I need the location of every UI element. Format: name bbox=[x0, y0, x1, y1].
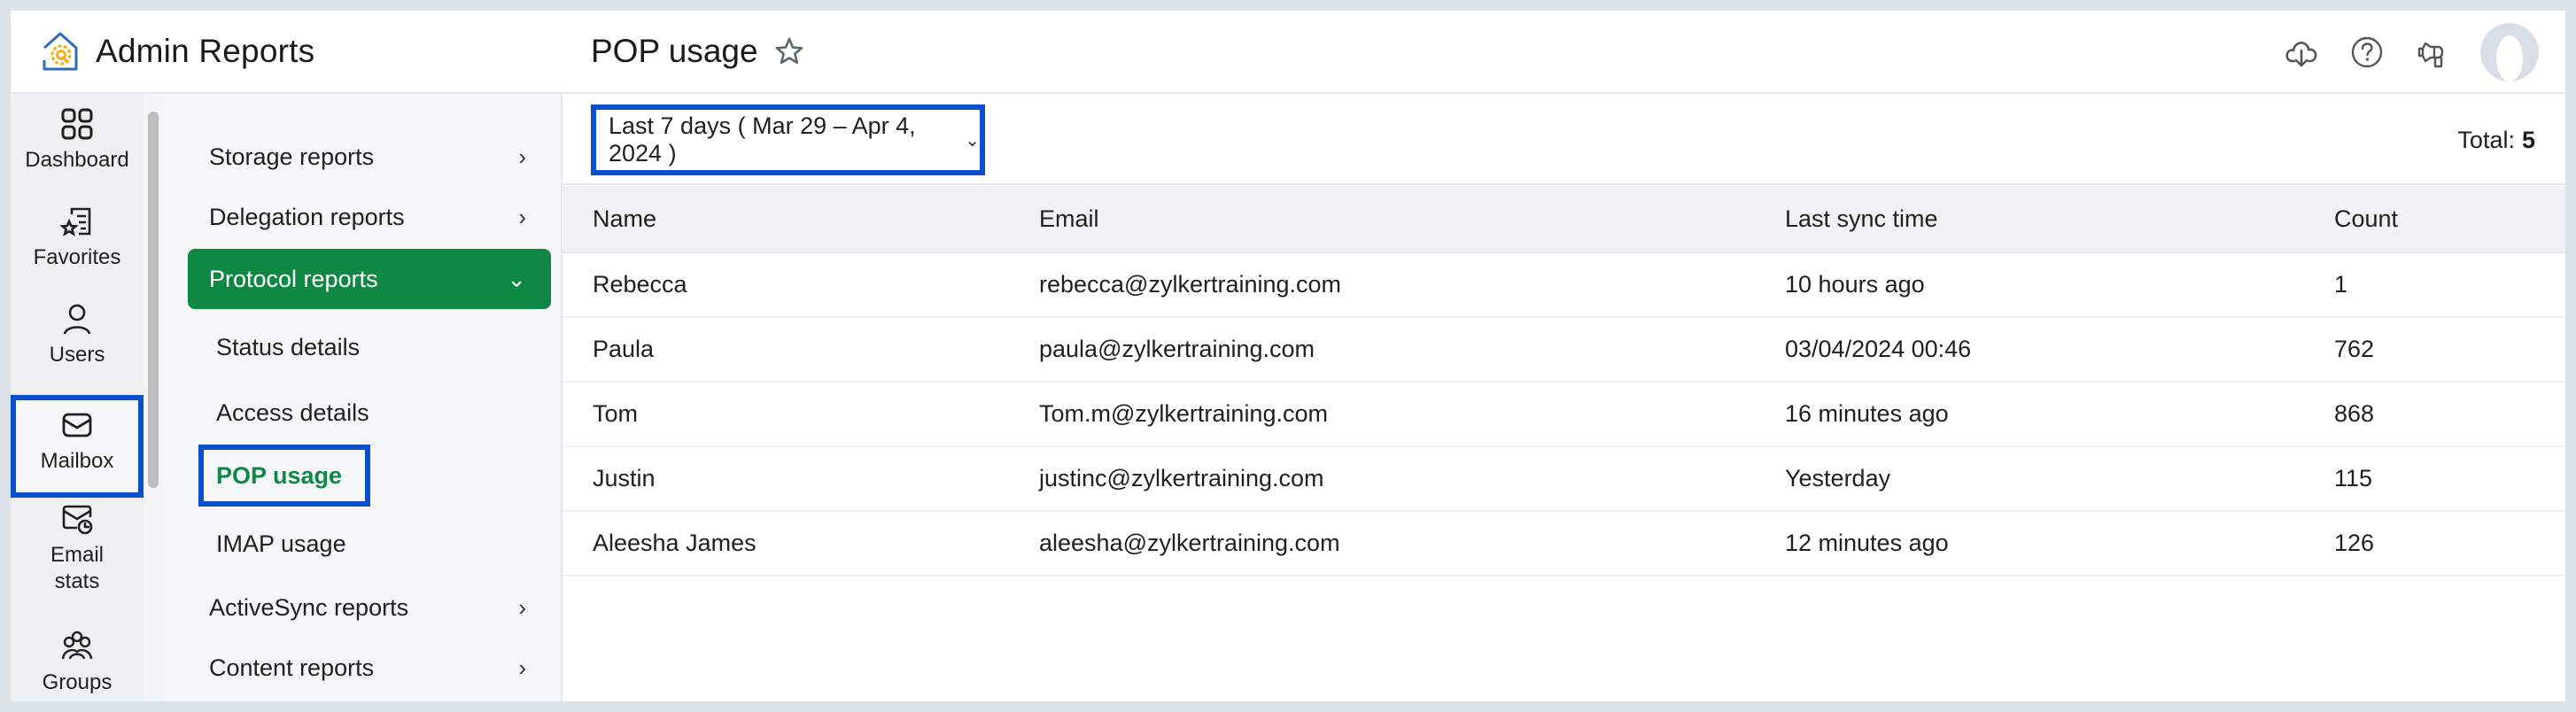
groups-icon bbox=[61, 631, 93, 660]
rail-label: Email stats bbox=[50, 543, 104, 593]
filter-bar: Last 7 days ( Mar 29 – Apr 4, 2024 ) ⌄ T… bbox=[563, 96, 2565, 185]
avatar-placeholder-icon bbox=[2480, 23, 2539, 81]
page-header: POP usage bbox=[563, 11, 2565, 94]
rail-item-users[interactable]: Users bbox=[11, 301, 144, 390]
chevron-right-icon: › bbox=[518, 143, 526, 170]
mail-envelope-icon bbox=[62, 413, 92, 437]
dashboard-grid-icon bbox=[61, 108, 93, 140]
rail-item-groups[interactable]: Groups bbox=[11, 629, 144, 708]
header-actions bbox=[2254, 11, 2539, 94]
submenu-status-details[interactable]: Status details bbox=[198, 320, 377, 375]
cell-last-sync: Yesterday bbox=[1785, 465, 1891, 491]
cell-email: Tom.m@zylkertraining.com bbox=[1039, 400, 1328, 427]
icon-rail: Dashboard Favorites Users Mailbox Email … bbox=[11, 94, 144, 701]
column-header-last-sync-time[interactable]: Last sync time bbox=[1785, 205, 1938, 233]
table-row[interactable]: Tom Tom.m@zylkertraining.com 16 minutes … bbox=[563, 383, 2565, 447]
main-content: POP usage Last 7 days (Mar 29 – Apr 4, … bbox=[563, 11, 2565, 701]
table-header-row: Name Email Last sync time Count bbox=[563, 186, 2565, 253]
rail-item-favorites[interactable]: Favorites bbox=[11, 204, 144, 292]
submenu-activesync-reports[interactable]: ActiveSync reports › bbox=[188, 577, 551, 638]
avatar[interactable] bbox=[2480, 23, 2539, 81]
submenu-label: Storage reports bbox=[209, 143, 375, 170]
cell-name: Aleesha James bbox=[593, 530, 757, 556]
submenu-label: Protocol reports bbox=[209, 265, 378, 292]
cell-email: aleesha@zylkertraining.com bbox=[1039, 530, 1340, 556]
submenu-pop-usage[interactable]: POP usage bbox=[198, 445, 370, 507]
app-window: Admin Reports Dashboard Favorites Users bbox=[11, 11, 2565, 701]
table-row[interactable]: Paula paula@zylkertraining.com 03/04/202… bbox=[563, 318, 2565, 383]
submenu-label: ActiveSync reports bbox=[209, 593, 409, 621]
cell-name: Tom bbox=[593, 400, 639, 427]
cloud-download-icon[interactable] bbox=[2284, 35, 2319, 70]
rail-scrollbar-thumb[interactable] bbox=[148, 112, 159, 488]
chevron-down-icon: ⌄ bbox=[507, 265, 526, 292]
brand-header: Admin Reports bbox=[11, 11, 563, 94]
rail-item-mailbox[interactable]: Mailbox bbox=[11, 395, 144, 498]
cell-last-sync: 10 hours ago bbox=[1785, 271, 1925, 298]
table-row[interactable]: Aleesha James aleesha@zylkertraining.com… bbox=[563, 512, 2565, 577]
table-row[interactable]: Rebecca rebecca@zylkertraining.com 10 ho… bbox=[563, 253, 2565, 318]
rail-label: Favorites bbox=[33, 245, 121, 269]
total-value: 5 bbox=[2521, 127, 2535, 153]
cell-count: 868 bbox=[2334, 400, 2375, 427]
submenu-label: Delegation reports bbox=[209, 203, 405, 230]
user-icon bbox=[63, 304, 91, 335]
date-range-dropdown[interactable]: Last 7 days ( Mar 29 – Apr 4, 2024 ) ⌄ bbox=[591, 104, 985, 175]
cell-last-sync: 16 minutes ago bbox=[1785, 400, 1949, 427]
submenu-access-details[interactable]: Access details bbox=[198, 385, 387, 440]
cell-count: 126 bbox=[2334, 530, 2375, 556]
announcement-megaphone-icon[interactable] bbox=[2415, 35, 2450, 70]
column-header-count[interactable]: Count bbox=[2334, 205, 2398, 233]
cell-email: rebecca@zylkertraining.com bbox=[1039, 271, 1342, 298]
total-label: Total: bbox=[2457, 127, 2515, 153]
date-range-value: Last 7 days ( Mar 29 – Apr 4, 2024 ) bbox=[609, 112, 916, 166]
table-row[interactable]: Justin justinc@zylkertraining.com Yester… bbox=[563, 447, 2565, 512]
submenu-storage-reports[interactable]: Storage reports › bbox=[188, 127, 551, 187]
admin-reports-logo-icon bbox=[43, 32, 78, 71]
rail-label: Mailbox bbox=[40, 449, 114, 473]
cell-name: Justin bbox=[593, 465, 656, 491]
star-outline-icon[interactable] bbox=[774, 36, 804, 66]
cell-name: Rebecca bbox=[593, 271, 687, 298]
rail-label: Users bbox=[49, 343, 105, 367]
cell-email: justinc@zylkertraining.com bbox=[1039, 465, 1324, 491]
submenu-imap-usage[interactable]: IMAP usage bbox=[198, 516, 364, 571]
submenu-protocol-reports[interactable]: Protocol reports ⌄ bbox=[188, 249, 551, 309]
pop-usage-table: Name Email Last sync time Count Rebecca … bbox=[563, 186, 2565, 577]
app-title: Admin Reports bbox=[96, 33, 315, 69]
rail-label: Groups bbox=[42, 670, 113, 694]
rail-item-email-stats[interactable]: Email stats bbox=[11, 501, 144, 625]
email-stats-icon bbox=[62, 505, 93, 535]
column-header-name[interactable]: Name bbox=[593, 205, 656, 233]
chevron-right-icon: › bbox=[518, 593, 526, 621]
cell-name: Paula bbox=[593, 336, 655, 362]
chevron-down-icon: ⌄ bbox=[965, 130, 980, 151]
total-count: Total: 5 bbox=[2457, 96, 2535, 185]
page-title: POP usage bbox=[591, 33, 758, 69]
submenu-content-reports[interactable]: Content reports › bbox=[188, 638, 551, 698]
cell-count: 1 bbox=[2334, 271, 2348, 298]
cell-last-sync: 12 minutes ago bbox=[1785, 530, 1949, 556]
rail-scrollbar[interactable] bbox=[144, 94, 163, 701]
chevron-right-icon: › bbox=[518, 654, 526, 681]
cell-count: 762 bbox=[2334, 336, 2375, 362]
cell-count: 115 bbox=[2334, 465, 2373, 491]
chevron-right-icon: › bbox=[518, 203, 526, 230]
submenu-delegation-reports[interactable]: Delegation reports › bbox=[188, 187, 551, 247]
cell-last-sync: 03/04/2024 00:46 bbox=[1785, 336, 1972, 362]
cell-email: paula@zylkertraining.com bbox=[1039, 336, 1315, 362]
favorites-list-star-icon bbox=[59, 207, 91, 236]
rail-label: Dashboard bbox=[25, 148, 129, 172]
rail-item-dashboard[interactable]: Dashboard bbox=[11, 106, 144, 195]
reports-submenu: Storage reports › Delegation reports › P… bbox=[163, 94, 563, 701]
help-icon[interactable] bbox=[2349, 35, 2385, 70]
column-header-email[interactable]: Email bbox=[1039, 205, 1099, 233]
submenu-label: Content reports bbox=[209, 654, 375, 681]
